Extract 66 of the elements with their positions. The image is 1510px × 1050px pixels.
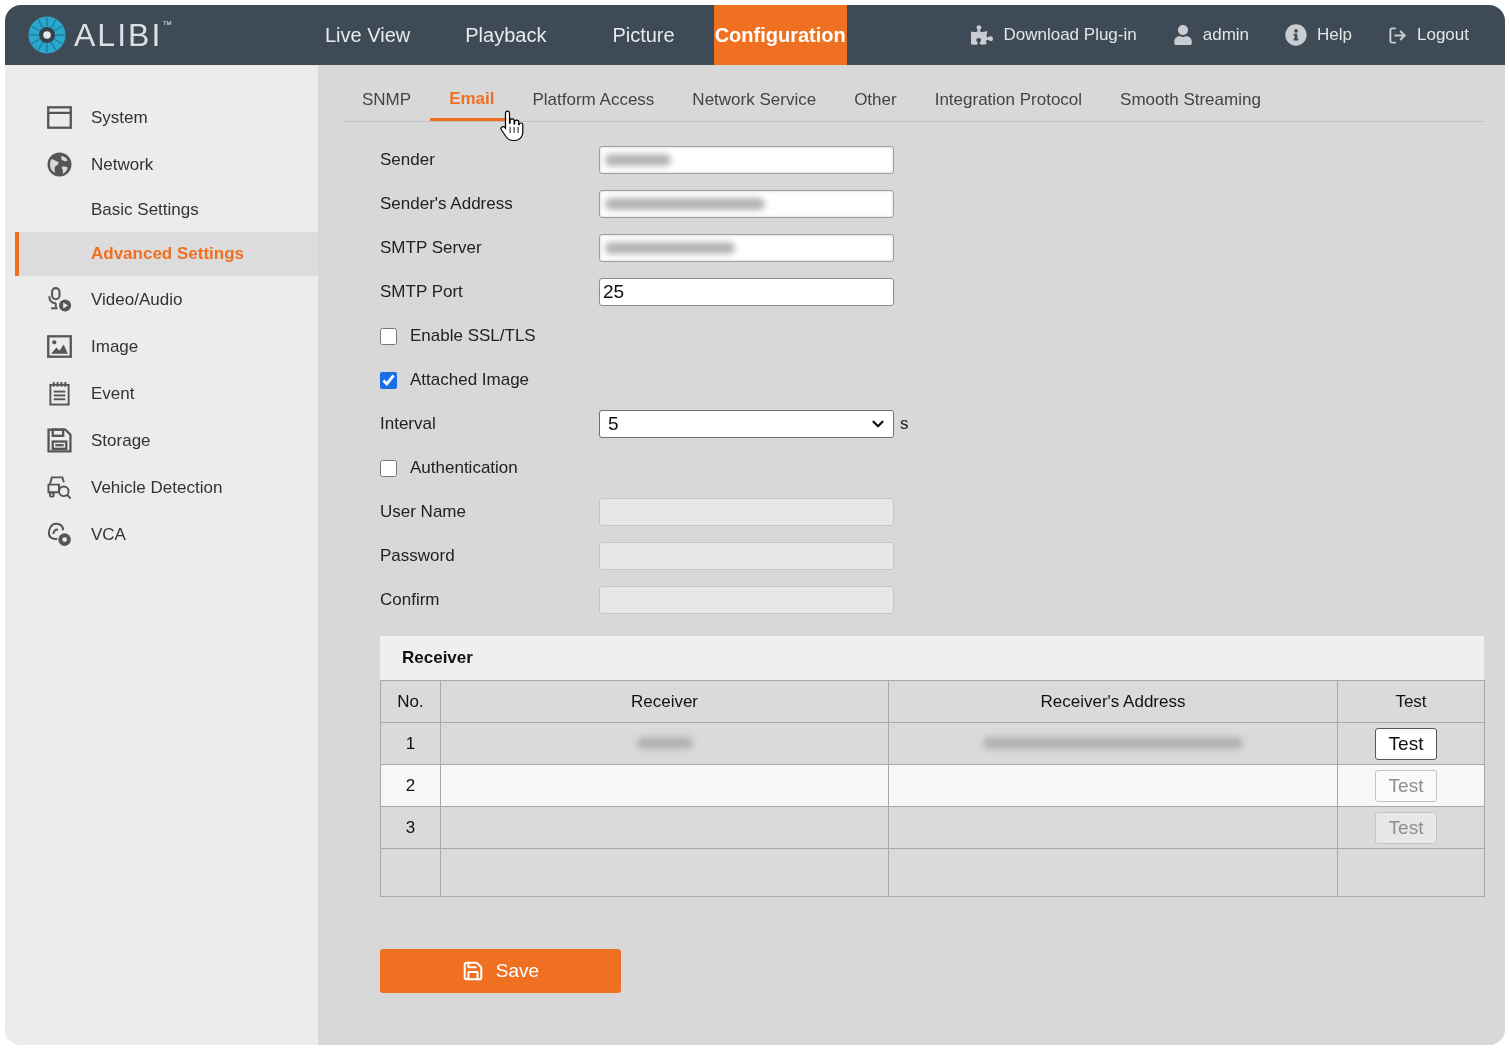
field-label: Sender's Address (380, 194, 514, 214)
sidebar-item[interactable]: System (15, 94, 318, 141)
nav-tab[interactable]: Playback (464, 5, 548, 65)
sidebar-item[interactable]: Storage (15, 417, 318, 464)
sidebar-item[interactable]: Basic Settings (15, 188, 318, 232)
tab[interactable]: Platform Access (513, 82, 674, 121)
header-link[interactable]: Download Plug-in (971, 24, 1137, 46)
info-icon (1285, 24, 1308, 46)
tab[interactable]: Other (835, 82, 916, 121)
interval-dropdown[interactable]: 5 (599, 410, 894, 438)
sidebar-item[interactable]: Vehicle Detection (15, 464, 318, 511)
field-label: Confirm (380, 590, 441, 610)
checkbox-label: Enable SSL/TLS (410, 326, 536, 346)
field-label: SMTP Port (380, 282, 464, 302)
field-label: Sender (380, 150, 436, 170)
header-link[interactable]: Help (1285, 24, 1352, 46)
unit-label: s (900, 414, 909, 434)
checkbox-label: Attached Image (410, 370, 530, 390)
calendar-list-icon (47, 381, 72, 406)
picture-icon (47, 334, 72, 359)
input-field[interactable] (599, 146, 894, 174)
column-header: Receiver's Address (888, 680, 1338, 723)
input-field[interactable]: 25 (599, 278, 894, 306)
table-cell: 2 (380, 764, 441, 807)
input-field[interactable] (599, 234, 894, 262)
car-search-icon (47, 475, 72, 500)
section-title: Receiver (380, 636, 1484, 680)
puzzle-icon (971, 24, 994, 46)
user-icon (1172, 25, 1193, 45)
header-link[interactable]: Logout (1388, 25, 1469, 45)
gear-badge-icon (47, 522, 72, 547)
field-label: Password (380, 546, 456, 566)
table-cell: 1 (380, 722, 441, 765)
column-header: Receiver (440, 680, 889, 723)
column-header: No. (380, 680, 441, 723)
table-cell (380, 848, 441, 897)
checkbox[interactable] (380, 327, 397, 345)
nav-tab[interactable]: Live View (324, 5, 412, 65)
microphone-play-icon (47, 287, 72, 312)
column-header: Test (1337, 680, 1485, 723)
logo-icon (28, 16, 66, 54)
checkbox[interactable] (380, 371, 397, 389)
nav-tab[interactable]: Picture (611, 5, 676, 65)
input-field[interactable] (599, 190, 894, 218)
tab[interactable]: Integration Protocol (915, 82, 1102, 121)
hand-cursor-icon (500, 110, 524, 142)
sidebar-item[interactable]: VCA (15, 511, 318, 558)
logo-text: ALIBI$^{™}$ (74, 19, 173, 51)
tab[interactable]: Smooth Streaming (1101, 82, 1280, 121)
sidebar-item[interactable]: Network (15, 141, 318, 188)
logout-icon (1388, 25, 1407, 45)
globe-icon (47, 152, 72, 177)
window-icon (47, 105, 72, 130)
table-cell: 3 (380, 806, 441, 849)
checkbox-label: Authentication (410, 458, 518, 478)
sidebar-item[interactable]: Image (15, 323, 318, 370)
test-button[interactable]: Test (1375, 727, 1437, 760)
sidebar-item[interactable]: Video/Audio (15, 276, 318, 323)
tab[interactable]: Network Service (673, 82, 836, 121)
field-label: Interval (380, 414, 437, 434)
sidebar-item[interactable]: Event (15, 370, 318, 417)
header-link[interactable]: admin (1172, 25, 1250, 45)
field-label: User Name (380, 502, 467, 522)
tab[interactable]: SNMP (343, 82, 431, 121)
checkbox[interactable] (380, 459, 397, 477)
field-label: SMTP Server (380, 238, 483, 258)
